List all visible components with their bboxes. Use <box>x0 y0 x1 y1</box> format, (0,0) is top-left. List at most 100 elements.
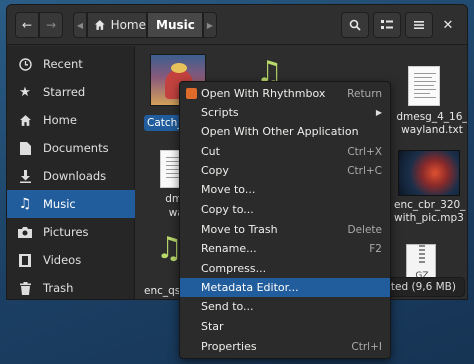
menu-item-label: Open With Other Application <box>201 125 359 138</box>
menu-item-scripts[interactable]: Scripts ▶ <box>180 103 390 122</box>
header-bar: ← → ◀ Home Music ▶ ✕ <box>7 5 467 45</box>
chevron-right-icon: ▶ <box>206 20 214 30</box>
path-scroll-left-button[interactable]: ◀ <box>73 12 87 38</box>
file-item-dmesg-wayland[interactable]: dmesg_4_16_ wayland.txt <box>392 62 468 136</box>
sidebar-item-label: Starred <box>43 85 86 99</box>
sidebar-item-label: Pictures <box>43 225 89 239</box>
list-view-icon <box>381 20 393 29</box>
menu-item-star[interactable]: Star <box>180 317 390 336</box>
sidebar-item-label: Music <box>43 197 76 211</box>
path-scroll-right-button[interactable]: ▶ <box>203 12 217 38</box>
path-home-label: Home <box>110 18 146 32</box>
home-icon <box>94 20 105 30</box>
menu-item-label: Star <box>201 320 224 333</box>
menu-item-accel: Ctrl+X <box>347 145 382 158</box>
submenu-arrow-icon: ▶ <box>375 108 382 117</box>
file-name-line: enc_cbr_320_ <box>394 199 466 211</box>
menu-item-label: Rename... <box>201 242 257 255</box>
arrow-right-icon: → <box>45 18 57 32</box>
sidebar-item-downloads[interactable]: Downloads <box>7 162 135 190</box>
menu-item-label: Copy <box>201 164 229 177</box>
menu-item-accel: Ctrl+I <box>351 340 382 353</box>
menu-item-accel: Ctrl+C <box>347 164 382 177</box>
menu-item-label: Scripts <box>201 106 239 119</box>
text-document-icon <box>408 66 440 106</box>
film-icon <box>17 252 33 268</box>
menu-item-label: Cut <box>201 145 220 158</box>
sidebar-item-label: Home <box>43 113 77 127</box>
menu-item-label: Move to Trash <box>201 223 278 236</box>
menu-item-move-to[interactable]: Move to... <box>180 180 390 199</box>
menu-item-metadata-editor[interactable]: Metadata Editor... <box>180 278 390 297</box>
menu-item-accel: Delete <box>347 223 383 236</box>
trash-icon <box>17 280 33 296</box>
forward-button[interactable]: → <box>39 12 63 38</box>
star-icon: ★ <box>19 84 31 100</box>
clock-icon <box>17 56 33 72</box>
close-icon: ✕ <box>442 17 454 33</box>
sidebar-item-label: Downloads <box>43 169 107 183</box>
hamburger-menu-icon <box>414 21 424 29</box>
document-icon <box>17 140 33 156</box>
menu-item-properties[interactable]: Properties Ctrl+I <box>180 337 390 356</box>
file-name-line: dmesg_4_16_ <box>396 111 468 123</box>
menu-item-rename[interactable]: Rename... F2 <box>180 239 390 258</box>
path-current-button[interactable]: Music <box>147 12 203 38</box>
file-item-enc-cbr[interactable]: enc_cbr_320_ with_pic.mp3 <box>394 148 467 226</box>
menu-item-label: Copy to... <box>201 203 254 216</box>
menu-item-send-to[interactable]: Send to... <box>180 297 390 316</box>
menu-item-label: Metadata Editor... <box>201 281 299 294</box>
sidebar-item-label: Videos <box>43 253 82 267</box>
download-icon <box>17 168 33 184</box>
sidebar-item-home[interactable]: Home <box>7 106 135 134</box>
sidebar-item-videos[interactable]: Videos <box>7 246 135 274</box>
menu-item-label: Move to... <box>201 183 256 196</box>
path-bar: ◀ Home Music ▶ <box>73 12 217 38</box>
sidebar-item-label: Trash <box>43 281 74 295</box>
context-menu: Open With Rhythmbox Return Scripts ▶ Ope… <box>179 81 391 359</box>
file-name-selected: Catch_U <box>144 115 184 131</box>
menu-item-accel: F2 <box>369 242 382 255</box>
menu-item-move-to-trash[interactable]: Move to Trash Delete <box>180 220 390 239</box>
sidebar-item-recent[interactable]: Recent <box>7 50 135 78</box>
sidebar-item-music[interactable]: ♫ Music <box>7 190 135 218</box>
menu-item-label: Properties <box>201 340 257 353</box>
menu-item-open-with-other[interactable]: Open With Other Application <box>180 122 390 141</box>
sidebar-item-documents[interactable]: Documents <box>7 134 135 162</box>
sidebar-item-trash[interactable]: Trash <box>7 274 135 299</box>
sidebar: Recent ★ Starred Home Documents Download… <box>7 46 135 299</box>
menu-item-label: Open With Rhythmbox <box>201 87 326 100</box>
path-home-button[interactable]: Home <box>87 12 147 38</box>
file-name-line: with_pic.mp3 <box>394 212 464 224</box>
sidebar-item-starred[interactable]: ★ Starred <box>7 78 135 106</box>
navigation-buttons: ← → <box>15 12 63 38</box>
menu-button[interactable] <box>405 12 433 38</box>
menu-item-copy-to[interactable]: Copy to... <box>180 200 390 219</box>
status-text: cted (9,6 MB) <box>385 281 456 293</box>
search-button[interactable] <box>341 12 369 38</box>
close-button[interactable]: ✕ <box>439 16 457 34</box>
menu-item-cut[interactable]: Cut Ctrl+X <box>180 142 390 161</box>
path-current-label: Music <box>156 18 195 32</box>
search-icon <box>349 19 361 31</box>
camera-icon <box>17 224 33 240</box>
arrow-left-icon: ← <box>21 18 33 32</box>
home-icon <box>17 112 33 128</box>
chevron-left-icon: ◀ <box>76 20 84 30</box>
music-note-icon: ♫ <box>18 196 32 212</box>
menu-item-label: Compress... <box>201 262 267 275</box>
menu-item-open-with-rhythmbox[interactable]: Open With Rhythmbox Return <box>180 84 390 103</box>
menu-item-compress[interactable]: Compress... <box>180 259 390 278</box>
sidebar-item-pictures[interactable]: Pictures <box>7 218 135 246</box>
back-button[interactable]: ← <box>15 12 39 38</box>
menu-item-copy[interactable]: Copy Ctrl+C <box>180 161 390 180</box>
file-name-line: wayland.txt <box>401 124 463 136</box>
menu-item-label: Send to... <box>201 300 254 313</box>
sidebar-item-label: Documents <box>43 141 109 155</box>
sidebar-item-label: Recent <box>43 57 83 71</box>
view-toggle-button[interactable] <box>373 12 401 38</box>
rhythmbox-icon <box>186 88 197 99</box>
audio-thumbnail-icon <box>398 150 460 196</box>
menu-item-accel: Return <box>347 87 382 100</box>
music-note-icon: ♫ <box>256 55 283 90</box>
